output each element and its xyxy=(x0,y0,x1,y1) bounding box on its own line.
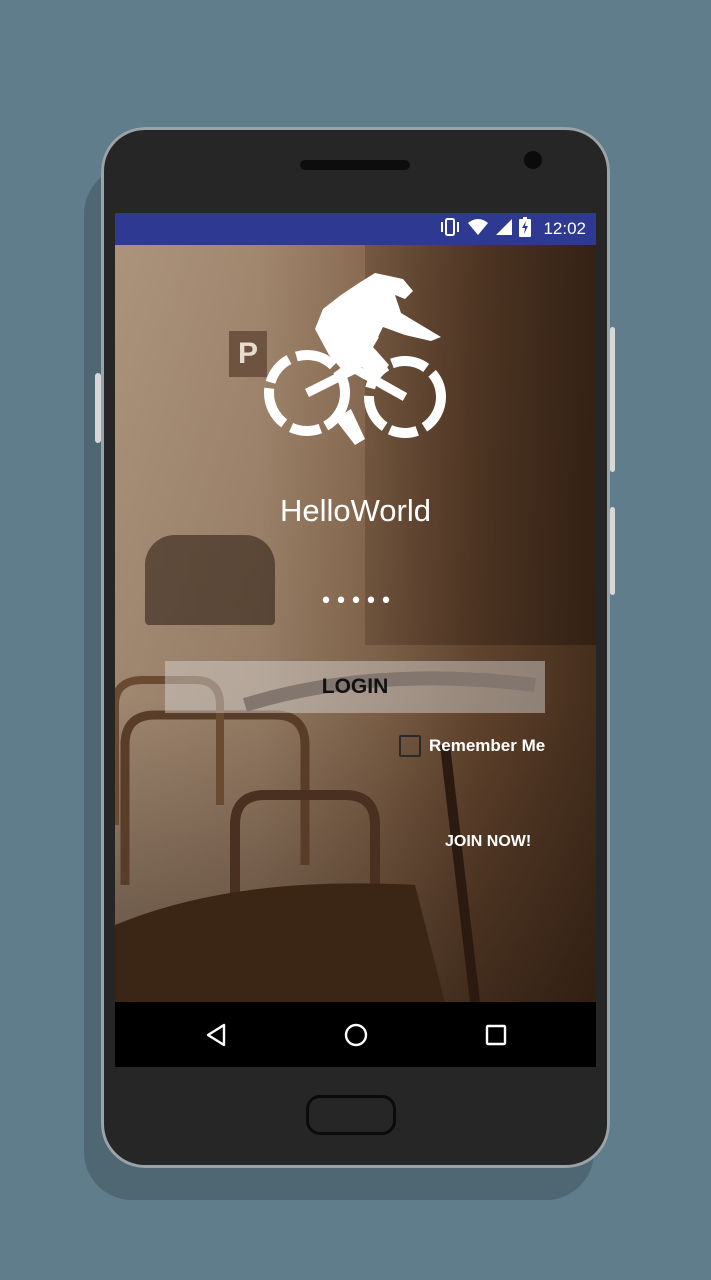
side-button-lower xyxy=(610,507,615,595)
phone-frame: 12:02 P HelloWorld ••••• LOGIN Remember … xyxy=(95,127,615,1168)
cyclist-icon xyxy=(264,273,446,445)
home-hardware-button[interactable] xyxy=(306,1095,396,1135)
signal-icon xyxy=(495,218,513,241)
screen: 12:02 P HelloWorld ••••• LOGIN Remember … xyxy=(115,213,596,1067)
wifi-icon xyxy=(467,218,489,241)
password-field[interactable] xyxy=(275,585,439,617)
background-pedestrians xyxy=(145,535,275,625)
join-now-link[interactable]: JOIN NOW! xyxy=(445,833,531,851)
login-screen: P HelloWorld LOGIN xyxy=(115,245,596,1002)
remember-me-label: Remember Me xyxy=(429,736,546,755)
volume-button xyxy=(95,373,101,443)
status-bar: 12:02 xyxy=(115,213,596,245)
status-time: 12:02 xyxy=(543,219,586,238)
battery-charging-icon xyxy=(519,216,532,242)
login-button[interactable]: LOGIN xyxy=(165,661,545,713)
app-title: HelloWorld xyxy=(279,493,432,528)
remember-me-checkbox[interactable]: Remember Me xyxy=(399,735,545,757)
front-camera xyxy=(524,151,542,169)
vibrate-icon xyxy=(439,217,461,241)
earpiece-speaker xyxy=(300,160,410,170)
phone-chin xyxy=(101,987,610,1167)
power-button xyxy=(610,327,615,472)
checkbox-box[interactable] xyxy=(399,735,421,757)
